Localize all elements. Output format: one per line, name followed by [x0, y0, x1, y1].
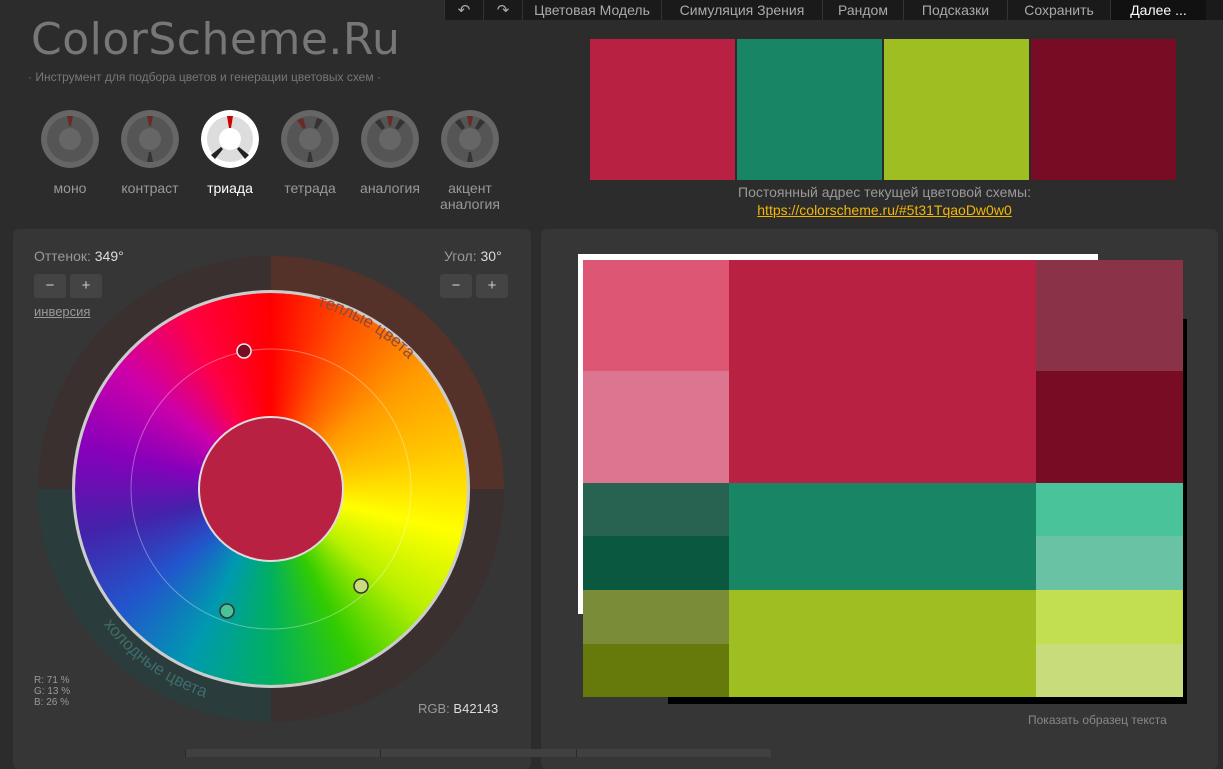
second-hue-handle[interactable]	[219, 603, 235, 619]
rgb-percentages: R: 71 % G: 13 % B: 26 %	[34, 675, 70, 708]
undo-icon[interactable]: ↶	[444, 0, 483, 20]
rgb-value[interactable]: B42143	[453, 701, 498, 716]
mode-mono[interactable]: моно	[30, 110, 110, 212]
mode-triad[interactable]: триада	[190, 110, 270, 212]
third-dark-2[interactable]	[583, 644, 729, 697]
nav-more[interactable]: Далее ...	[1110, 0, 1206, 20]
mode-contrast[interactable]: контраст	[110, 110, 190, 212]
mode-accent-analogy[interactable]: акцент аналогия	[430, 110, 510, 212]
nav-save[interactable]: Сохранить	[1007, 0, 1110, 20]
scheme-preview-panel: Показать образец текста	[541, 229, 1218, 769]
contrast-mode-icon	[121, 110, 179, 168]
redo-icon[interactable]: ↷	[483, 0, 522, 20]
nav-vision-simulation[interactable]: Симуляция Зрения	[661, 0, 822, 20]
bottom-tabs	[185, 749, 771, 757]
permalink-label: Постоянный адрес текущей цветовой схемы:	[738, 184, 1031, 200]
show-text-sample-link[interactable]: Показать образец текста	[1028, 713, 1167, 727]
second-dark-1[interactable]	[583, 483, 729, 536]
nav-hints[interactable]: Подсказки	[903, 0, 1007, 20]
accent-analogy-mode-icon	[441, 110, 499, 168]
bottom-tab[interactable]	[185, 749, 381, 757]
third-base[interactable]	[729, 590, 1036, 697]
primary-base[interactable]	[729, 260, 1036, 483]
primary-dark-1[interactable]	[1036, 260, 1183, 371]
mode-label: тетрада	[284, 180, 336, 196]
primary-dark-2[interactable]	[1036, 371, 1183, 483]
center-color	[198, 416, 344, 562]
primary-light-1[interactable]	[583, 260, 729, 371]
color-wheel[interactable]: тёплые цвета холодные цвета	[36, 254, 506, 724]
second-light-2[interactable]	[1036, 536, 1183, 590]
third-hue-handle[interactable]	[353, 578, 369, 594]
scheme-mode-selector: моно контраст триада тетрада аналогия ак…	[30, 110, 510, 212]
second-dark-2[interactable]	[583, 536, 729, 590]
nav-random[interactable]: Рандом	[822, 0, 903, 20]
permalink-url[interactable]: https://colorscheme.ru/#5t31TqaoDw0w0	[596, 202, 1173, 218]
tetrad-mode-icon	[281, 110, 339, 168]
color-wheel-panel: Оттенок: 349° Угол: 30° − + − + инверсия…	[13, 229, 531, 769]
palette-swatches	[590, 39, 1176, 180]
bottom-tab[interactable]	[380, 749, 576, 757]
third-dark-1[interactable]	[583, 590, 729, 644]
mode-label: моно	[53, 180, 87, 196]
mono-mode-icon	[41, 110, 99, 168]
green-percent: G: 13 %	[34, 686, 71, 697]
mode-label: триада	[207, 180, 253, 196]
permalink: Постоянный адрес текущей цветовой схемы:…	[596, 184, 1173, 218]
mode-tetrad[interactable]: тетрада	[270, 110, 350, 212]
red-percent: R: 71 %	[34, 675, 70, 686]
third-light-1[interactable]	[1036, 590, 1183, 644]
triad-mode-icon	[201, 110, 259, 168]
blue-percent: B: 26 %	[34, 697, 70, 708]
mode-analogy[interactable]: аналогия	[350, 110, 430, 212]
tagline: · Инструмент для подбора цветов и генера…	[28, 70, 381, 84]
third-light-2[interactable]	[1036, 644, 1183, 697]
swatch-second[interactable]	[737, 39, 882, 180]
swatch-primary[interactable]	[590, 39, 735, 180]
mode-label: контраст	[121, 180, 179, 196]
top-navigation: ↶ ↷ Цветовая Модель Симуляция Зрения Ран…	[444, 0, 1223, 20]
bottom-tab[interactable]	[575, 749, 771, 757]
swatch-third[interactable]	[884, 39, 1029, 180]
second-base[interactable]	[729, 483, 1036, 590]
mode-label: аналогия	[360, 180, 420, 196]
rgb-readout: RGB: B42143	[418, 701, 498, 716]
primary-light-2[interactable]	[583, 371, 729, 483]
rgb-label: RGB:	[418, 701, 450, 716]
mode-label: акцент аналогия	[440, 180, 500, 212]
analogy-mode-icon	[361, 110, 419, 168]
nav-color-model[interactable]: Цветовая Модель	[522, 0, 661, 20]
primary-hue-handle[interactable]	[236, 343, 252, 359]
swatch-accent[interactable]	[1031, 39, 1176, 180]
second-light-1[interactable]	[1036, 483, 1183, 536]
site-logo[interactable]: ColorScheme.Ru	[31, 14, 400, 65]
scheme-preview	[578, 254, 1187, 704]
